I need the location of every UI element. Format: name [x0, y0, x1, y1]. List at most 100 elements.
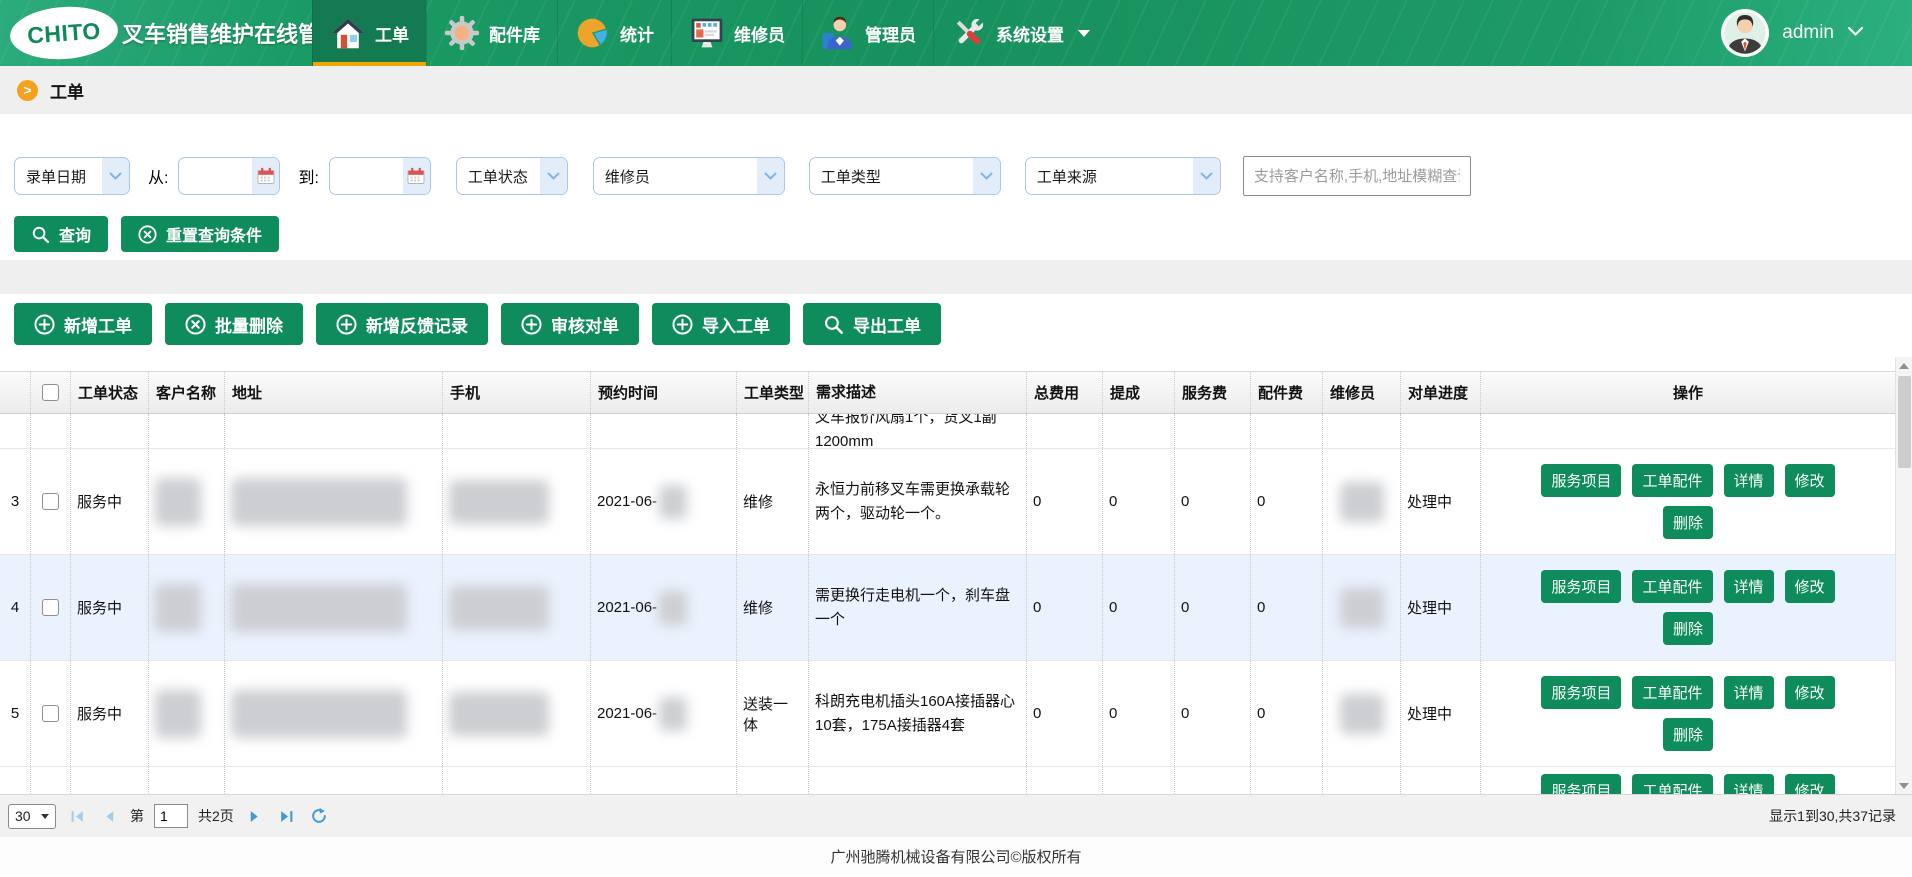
modify-button[interactable]: 修改	[1785, 774, 1835, 794]
scroll-down-button[interactable]	[1896, 777, 1912, 794]
service-items-button[interactable]: 服务项目	[1541, 570, 1621, 603]
order-source-select[interactable]: 工单来源	[1025, 157, 1221, 195]
chevron-down-icon	[1193, 158, 1220, 194]
previous-page-button[interactable]	[98, 805, 120, 827]
export-orders-button[interactable]: 导出工单	[803, 303, 941, 345]
search-button[interactable]: 查询	[14, 216, 108, 252]
filter-row: 录单日期 从: 到: 工单状态 维修员 工单类型	[14, 156, 1896, 196]
date-to-input[interactable]	[329, 157, 431, 195]
page-size-select[interactable]: 30	[8, 804, 56, 829]
review-order-button[interactable]: 审核对单	[501, 303, 639, 345]
user-menu[interactable]: admin	[1721, 0, 1912, 66]
first-page-button[interactable]	[66, 805, 88, 827]
date-from-input[interactable]	[178, 157, 280, 195]
date-redacted	[659, 591, 687, 625]
add-order-button[interactable]: 新增工单	[14, 303, 152, 345]
filter-panel: 录单日期 从: 到: 工单状态 维修员 工单类型	[0, 114, 1912, 260]
monitor-icon	[689, 15, 725, 51]
records-summary: 显示1到30,共37记录	[1769, 806, 1900, 826]
chevron-down-icon	[102, 158, 129, 194]
order-parts-button[interactable]: 工单配件	[1632, 570, 1712, 603]
date-field-select[interactable]: 录单日期	[14, 157, 130, 195]
details-button[interactable]: 详情	[1724, 464, 1774, 497]
copyright-footer: 广州驰腾机械设备有限公司©版权所有	[0, 837, 1912, 876]
calendar-icon[interactable]	[403, 158, 430, 194]
service-items-button[interactable]: 服务项目	[1541, 676, 1621, 709]
row-index: 5	[0, 661, 30, 766]
address-redacted	[231, 584, 407, 632]
table-row-partial: 服务项目 工单配件 详情 修改	[0, 767, 1895, 794]
next-page-button[interactable]	[244, 805, 266, 827]
repairman-redacted	[1340, 588, 1384, 628]
batch-delete-button[interactable]: 批量删除	[165, 303, 303, 345]
col-header-description: 需求描述	[808, 372, 1026, 413]
order-progress: 处理中	[1400, 449, 1480, 554]
col-header-parts-fee: 配件费	[1250, 372, 1322, 413]
admin-person-icon	[820, 15, 856, 51]
table-row-partial: 叉车报价风扇1个，货叉1副 1200mm	[0, 414, 1895, 449]
details-button[interactable]: 详情	[1724, 570, 1774, 603]
calendar-icon[interactable]	[252, 158, 279, 194]
add-feedback-button[interactable]: 新增反馈记录	[316, 303, 488, 345]
order-status-select[interactable]: 工单状态	[456, 157, 568, 195]
row-checkbox[interactable]	[42, 599, 59, 616]
import-orders-button[interactable]: 导入工单	[652, 303, 790, 345]
scrollbar-thumb[interactable]	[1898, 376, 1911, 468]
phone-redacted	[449, 586, 549, 630]
nav-label: 维修员	[734, 21, 785, 46]
modify-button[interactable]: 修改	[1785, 676, 1835, 709]
orders-table: 工单状态 客户名称 地址 手机 预约时间 工单类型 需求描述 总费用 提成 服务…	[0, 371, 1912, 794]
nav-tab-repairmen[interactable]: 维修员	[671, 0, 802, 66]
modify-button[interactable]: 修改	[1785, 464, 1835, 497]
row-checkbox[interactable]	[42, 705, 59, 722]
col-header-phone: 手机	[442, 372, 590, 413]
table-row: 5 服务中 2021-06- 送装一体 科朗充电机插头160A接插器心10套，1…	[0, 661, 1895, 767]
service-items-button[interactable]: 服务项目	[1541, 464, 1621, 497]
app-window: CHITO 叉车销售维护在线管理系统 工单 配件库 统计	[0, 0, 1912, 877]
select-all-checkbox[interactable]	[42, 384, 59, 401]
from-label: 从:	[148, 164, 168, 188]
details-button[interactable]: 详情	[1724, 774, 1774, 794]
order-type-select[interactable]: 工单类型	[809, 157, 1001, 195]
plus-circle-icon	[336, 314, 357, 335]
nav-tab-parts-library[interactable]: 配件库	[426, 0, 557, 66]
nav-tab-statistics[interactable]: 统计	[557, 0, 671, 66]
service-fee: 0	[1174, 661, 1250, 766]
delete-button[interactable]: 删除	[1663, 506, 1713, 539]
repairman-select[interactable]: 维修员	[593, 157, 785, 195]
row-checkbox[interactable]	[42, 493, 59, 510]
nav-tab-work-orders[interactable]: 工单	[312, 0, 426, 66]
order-parts-button[interactable]: 工单配件	[1632, 676, 1712, 709]
order-status: 服务中	[70, 661, 148, 766]
gear-icon	[444, 15, 480, 51]
demand-description: 永恒力前移叉车需更换承载轮两个，驱动轮一个。	[808, 449, 1026, 554]
order-parts-button[interactable]: 工单配件	[1632, 464, 1712, 497]
scroll-up-button[interactable]	[1896, 357, 1912, 374]
nav-tab-administrators[interactable]: 管理员	[802, 0, 933, 66]
details-button[interactable]: 详情	[1724, 676, 1774, 709]
page-number-input[interactable]	[154, 804, 188, 828]
delete-button[interactable]: 删除	[1663, 612, 1713, 645]
modify-button[interactable]: 修改	[1785, 570, 1835, 603]
customer-name-redacted	[155, 690, 201, 738]
tools-icon	[951, 15, 987, 51]
refresh-icon[interactable]	[308, 805, 330, 827]
repairman-redacted	[1340, 482, 1384, 522]
chito-logo: CHITO	[8, 3, 119, 62]
order-parts-button[interactable]: 工单配件	[1632, 774, 1712, 794]
x-circle-icon	[185, 314, 206, 335]
demand-description: 科朗充电机插头160A接插器心10套，175A接插器4套	[808, 661, 1026, 766]
col-header-status: 工单状态	[70, 372, 148, 413]
nav-label: 系统设置	[996, 21, 1064, 46]
table-row: 4 服务中 2021-06- 维修 需更换行走电机一个，刹车盘一个 0 0 0 …	[0, 555, 1895, 661]
last-page-button[interactable]	[276, 805, 298, 827]
table-toolbar: 新增工单 批量删除 新增反馈记录 审核对单 导入工单 导出工单	[0, 294, 1912, 356]
service-items-button[interactable]: 服务项目	[1541, 774, 1621, 794]
address-redacted	[231, 478, 407, 526]
reset-filters-button[interactable]: 重置查询条件	[121, 216, 279, 252]
nav-tab-system-settings[interactable]: 系统设置	[933, 0, 1107, 66]
keyword-search-input[interactable]	[1243, 156, 1471, 196]
appoint-time: 2021-06-	[590, 449, 736, 554]
delete-button[interactable]: 删除	[1663, 718, 1713, 751]
vertical-scrollbar[interactable]	[1895, 357, 1912, 794]
